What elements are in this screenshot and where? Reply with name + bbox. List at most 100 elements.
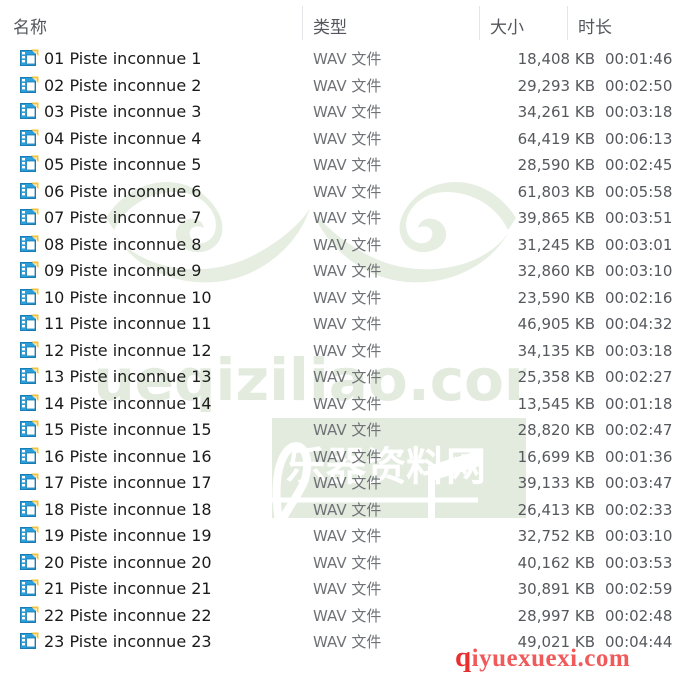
table-row[interactable]: 14 Piste inconnue 14 WAV 文件 13,545 KB 00…	[0, 390, 700, 417]
table-row[interactable]: 09 Piste inconnue 9 WAV 文件 32,860 KB 00:…	[0, 257, 700, 284]
file-size-cell: 46,905 KB	[517, 315, 595, 333]
file-duration-cell: 00:02:33	[605, 500, 673, 519]
file-name-cell[interactable]: 19 Piste inconnue 19	[44, 525, 212, 546]
table-row[interactable]: 18 Piste inconnue 18 WAV 文件 26,413 KB 00…	[0, 496, 700, 523]
file-type-cell: WAV 文件	[313, 368, 382, 386]
file-name-cell[interactable]: 05 Piste inconnue 5	[44, 154, 201, 175]
file-type-cell: WAV 文件	[313, 50, 382, 68]
file-duration-cell: 00:03:51	[605, 209, 673, 227]
file-size-cell: 25,358 KB	[517, 368, 595, 386]
column-header-duration[interactable]: 时长	[578, 13, 612, 38]
file-size-cell: 29,293 KB	[517, 76, 595, 95]
column-header-type[interactable]: 类型	[313, 13, 347, 38]
file-name-cell[interactable]: 01 Piste inconnue 1	[44, 48, 201, 69]
file-name-cell[interactable]: 10 Piste inconnue 10	[44, 287, 212, 308]
file-name-cell[interactable]: 02 Piste inconnue 2	[44, 75, 201, 96]
table-row[interactable]: 15 Piste inconnue 15 WAV 文件 28,820 KB 00…	[0, 416, 700, 443]
file-type-cell: WAV 文件	[313, 315, 382, 333]
file-size-cell: 32,860 KB	[517, 262, 595, 280]
table-row[interactable]: 11 Piste inconnue 11 WAV 文件 46,905 KB 00…	[0, 310, 700, 337]
table-row[interactable]: 04 Piste inconnue 4 WAV 文件 64,419 KB 00:…	[0, 125, 700, 152]
file-name-cell[interactable]: 11 Piste inconnue 11	[44, 313, 212, 334]
file-duration-cell: 00:02:50	[605, 76, 673, 95]
table-row[interactable]: 20 Piste inconnue 20 WAV 文件 40,162 KB 00…	[0, 549, 700, 576]
file-name-cell[interactable]: 06 Piste inconnue 6	[44, 181, 201, 202]
file-size-cell: 28,590 KB	[517, 156, 595, 174]
file-type-cell: WAV 文件	[313, 262, 382, 280]
file-name-cell[interactable]: 07 Piste inconnue 7	[44, 207, 201, 228]
file-size-cell: 31,245 KB	[517, 235, 595, 254]
file-duration-cell: 00:02:47	[605, 421, 673, 439]
table-row[interactable]: 23 Piste inconnue 23 WAV 文件 49,021 KB 00…	[0, 628, 700, 655]
file-type-cell: WAV 文件	[313, 235, 382, 254]
column-header-size[interactable]: 大小	[490, 13, 524, 38]
file-name-cell[interactable]: 15 Piste inconnue 15	[44, 419, 212, 440]
file-duration-cell: 00:03:10	[605, 262, 673, 280]
file-duration-cell: 00:05:58	[605, 182, 673, 201]
file-name-cell[interactable]: 08 Piste inconnue 8	[44, 234, 201, 255]
wav-media-file-icon	[20, 579, 39, 596]
table-row[interactable]: 02 Piste inconnue 2 WAV 文件 29,293 KB 00:…	[0, 72, 700, 99]
file-name-cell[interactable]: 13 Piste inconnue 13	[44, 366, 212, 387]
file-type-cell: WAV 文件	[313, 394, 382, 413]
table-row[interactable]: 01 Piste inconnue 1 WAV 文件 18,408 KB 00:…	[0, 45, 700, 72]
file-name-cell[interactable]: 21 Piste inconnue 21	[44, 578, 212, 599]
column-separator-duration	[567, 6, 568, 40]
file-name-cell[interactable]: 23 Piste inconnue 23	[44, 631, 212, 652]
file-type-cell: WAV 文件	[313, 474, 382, 492]
table-row[interactable]: 17 Piste inconnue 17 WAV 文件 39,133 KB 00…	[0, 469, 700, 496]
column-separator-size	[479, 6, 480, 40]
file-size-cell: 34,261 KB	[517, 103, 595, 121]
file-name-cell[interactable]: 09 Piste inconnue 9	[44, 260, 201, 281]
file-name-cell[interactable]: 03 Piste inconnue 3	[44, 101, 201, 122]
wav-media-file-icon	[20, 49, 39, 66]
wav-media-file-icon	[20, 102, 39, 119]
wav-media-file-icon	[20, 632, 39, 649]
file-duration-cell: 00:02:16	[605, 288, 673, 307]
table-row[interactable]: 06 Piste inconnue 6 WAV 文件 61,803 KB 00:…	[0, 178, 700, 205]
file-name-cell[interactable]: 04 Piste inconnue 4	[44, 128, 201, 149]
column-header-name[interactable]: 名称	[13, 13, 47, 38]
file-size-cell: 39,865 KB	[517, 209, 595, 227]
wav-media-file-icon	[20, 261, 39, 278]
file-type-cell: WAV 文件	[313, 156, 382, 174]
file-duration-cell: 00:01:46	[605, 50, 673, 68]
file-name-cell[interactable]: 12 Piste inconnue 12	[44, 340, 212, 361]
file-size-cell: 34,135 KB	[517, 341, 595, 360]
wav-media-file-icon	[20, 553, 39, 570]
table-row[interactable]: 16 Piste inconnue 16 WAV 文件 16,699 KB 00…	[0, 443, 700, 470]
wav-media-file-icon	[20, 76, 39, 93]
file-duration-cell: 00:02:27	[605, 368, 673, 386]
table-row[interactable]: 08 Piste inconnue 8 WAV 文件 31,245 KB 00:…	[0, 231, 700, 258]
table-row[interactable]: 13 Piste inconnue 13 WAV 文件 25,358 KB 00…	[0, 363, 700, 390]
file-name-cell[interactable]: 18 Piste inconnue 18	[44, 499, 212, 520]
file-name-cell[interactable]: 16 Piste inconnue 16	[44, 446, 212, 467]
table-row[interactable]: 10 Piste inconnue 10 WAV 文件 23,590 KB 00…	[0, 284, 700, 311]
wav-media-file-icon	[20, 155, 39, 172]
file-name-cell[interactable]: 22 Piste inconnue 22	[44, 605, 212, 626]
file-type-cell: WAV 文件	[313, 288, 382, 307]
table-row[interactable]: 19 Piste inconnue 19 WAV 文件 32,752 KB 00…	[0, 522, 700, 549]
file-size-cell: 13,545 KB	[517, 394, 595, 413]
file-type-cell: WAV 文件	[313, 103, 382, 121]
table-row[interactable]: 22 Piste inconnue 22 WAV 文件 28,997 KB 00…	[0, 602, 700, 629]
file-size-cell: 40,162 KB	[517, 553, 595, 572]
file-explorer-list-view: 名称 类型 大小 时长 01 Piste inconnue 1 WAV 文件 1…	[0, 0, 700, 681]
wav-media-file-icon	[20, 367, 39, 384]
file-size-cell: 23,590 KB	[517, 288, 595, 307]
table-row[interactable]: 12 Piste inconnue 12 WAV 文件 34,135 KB 00…	[0, 337, 700, 364]
file-name-cell[interactable]: 20 Piste inconnue 20	[44, 552, 212, 573]
file-name-cell[interactable]: 17 Piste inconnue 17	[44, 472, 212, 493]
file-duration-cell: 00:04:44	[605, 633, 673, 651]
file-size-cell: 26,413 KB	[517, 500, 595, 519]
file-duration-cell: 00:02:45	[605, 156, 673, 174]
file-duration-cell: 00:03:47	[605, 474, 673, 492]
file-name-cell[interactable]: 14 Piste inconnue 14	[44, 393, 212, 414]
table-row[interactable]: 07 Piste inconnue 7 WAV 文件 39,865 KB 00:…	[0, 204, 700, 231]
file-size-cell: 28,997 KB	[517, 606, 595, 625]
file-type-cell: WAV 文件	[313, 182, 382, 201]
file-duration-cell: 00:03:18	[605, 103, 673, 121]
table-row[interactable]: 03 Piste inconnue 3 WAV 文件 34,261 KB 00:…	[0, 98, 700, 125]
table-row[interactable]: 05 Piste inconnue 5 WAV 文件 28,590 KB 00:…	[0, 151, 700, 178]
table-row[interactable]: 21 Piste inconnue 21 WAV 文件 30,891 KB 00…	[0, 575, 700, 602]
